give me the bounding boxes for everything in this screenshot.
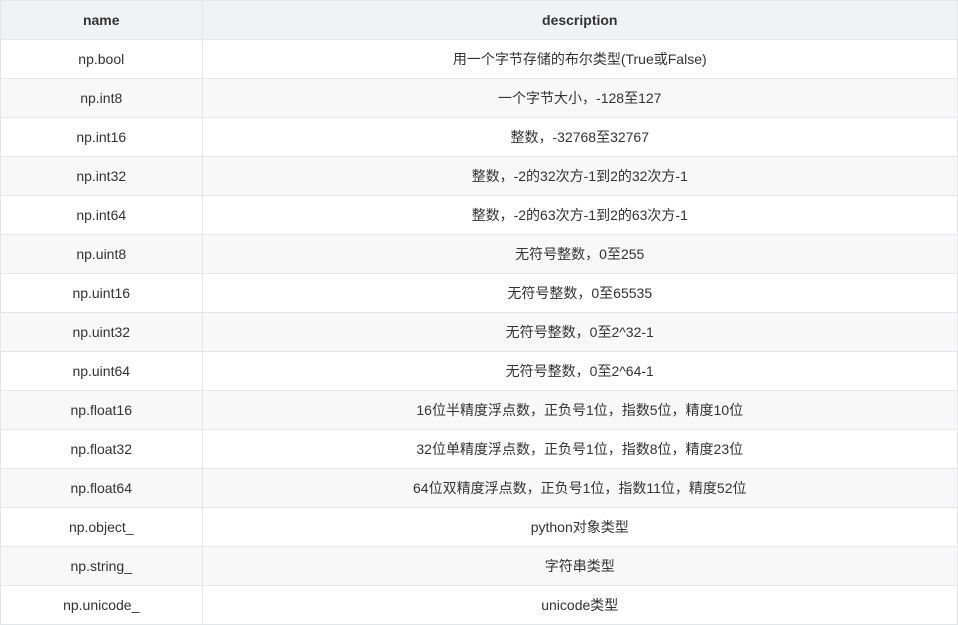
- dtype-description-cell: 整数，-2的32次方-1到2的32次方-1: [202, 156, 957, 196]
- table-row: np.float32 32位单精度浮点数，正负号1位，指数8位，精度23位: [1, 429, 957, 469]
- numpy-dtype-table-container: name description np.bool 用一个字节存储的布尔类型(Tru…: [0, 0, 958, 625]
- dtype-name-cell: np.uint64: [1, 351, 203, 391]
- table-row: np.float16 16位半精度浮点数，正负号1位，指数5位，精度10位: [1, 390, 957, 430]
- table-row: np.int64 整数，-2的63次方-1到2的63次方-1: [1, 195, 957, 235]
- table-row: np.uint16 无符号整数，0至65535: [1, 273, 957, 313]
- dtype-description-cell: 用一个字节存储的布尔类型(True或False): [202, 39, 957, 79]
- dtype-name-cell: np.float32: [1, 429, 203, 469]
- dtype-name-cell: np.uint16: [1, 273, 203, 313]
- dtype-description-cell: 32位单精度浮点数，正负号1位，指数8位，精度23位: [202, 429, 957, 469]
- dtype-name-cell: np.int16: [1, 117, 203, 157]
- dtype-description-cell: 无符号整数，0至65535: [202, 273, 957, 313]
- table-row: np.uint32 无符号整数，0至2^32-1: [1, 312, 957, 352]
- dtype-name-cell: np.int8: [1, 78, 203, 118]
- table-row: np.int8 一个字节大小，-128至127: [1, 78, 957, 118]
- table-row: np.float64 64位双精度浮点数，正负号1位，指数11位，精度52位: [1, 468, 957, 508]
- dtype-name-cell: np.uint32: [1, 312, 203, 352]
- table-header: name description: [1, 0, 957, 40]
- dtype-name-cell: np.float16: [1, 390, 203, 430]
- dtype-description-cell: 一个字节大小，-128至127: [202, 78, 957, 118]
- table-row: np.object_ python对象类型: [1, 507, 957, 547]
- table-body: np.bool 用一个字节存储的布尔类型(True或False) np.int8 一个…: [1, 39, 957, 625]
- dtype-description-cell: 整数，-32768至32767: [202, 117, 957, 157]
- dtype-description-cell: 无符号整数，0至255: [202, 234, 957, 274]
- column-header-name: name: [1, 0, 203, 40]
- dtype-name-cell: np.bool: [1, 39, 203, 79]
- table-row: np.int32 整数，-2的32次方-1到2的32次方-1: [1, 156, 957, 196]
- dtype-description-cell: 字符串类型: [202, 546, 957, 586]
- dtype-name-cell: np.float64: [1, 468, 203, 508]
- header-row: name description: [1, 0, 957, 40]
- dtype-description-cell: 64位双精度浮点数，正负号1位，指数11位，精度52位: [202, 468, 957, 508]
- dtype-name-cell: np.int32: [1, 156, 203, 196]
- dtype-description-cell: 16位半精度浮点数，正负号1位，指数5位，精度10位: [202, 390, 957, 430]
- dtype-description-cell: unicode类型: [202, 585, 957, 625]
- dtype-description-cell: 无符号整数，0至2^32-1: [202, 312, 957, 352]
- dtype-name-cell: np.uint8: [1, 234, 203, 274]
- dtype-name-cell: np.unicode_: [1, 585, 203, 625]
- dtype-description-cell: 整数，-2的63次方-1到2的63次方-1: [202, 195, 957, 235]
- dtype-name-cell: np.int64: [1, 195, 203, 235]
- table-row: np.unicode_ unicode类型: [1, 585, 957, 625]
- table-row: np.string_ 字符串类型: [1, 546, 957, 586]
- numpy-dtype-table: name description np.bool 用一个字节存储的布尔类型(Tru…: [1, 0, 957, 625]
- table-row: np.bool 用一个字节存储的布尔类型(True或False): [1, 39, 957, 79]
- table-row: np.int16 整数，-32768至32767: [1, 117, 957, 157]
- dtype-name-cell: np.object_: [1, 507, 203, 547]
- dtype-name-cell: np.string_: [1, 546, 203, 586]
- dtype-description-cell: python对象类型: [202, 507, 957, 547]
- dtype-description-cell: 无符号整数，0至2^64-1: [202, 351, 957, 391]
- table-row: np.uint8 无符号整数，0至255: [1, 234, 957, 274]
- column-header-description: description: [202, 0, 957, 40]
- table-row: np.uint64 无符号整数，0至2^64-1: [1, 351, 957, 391]
